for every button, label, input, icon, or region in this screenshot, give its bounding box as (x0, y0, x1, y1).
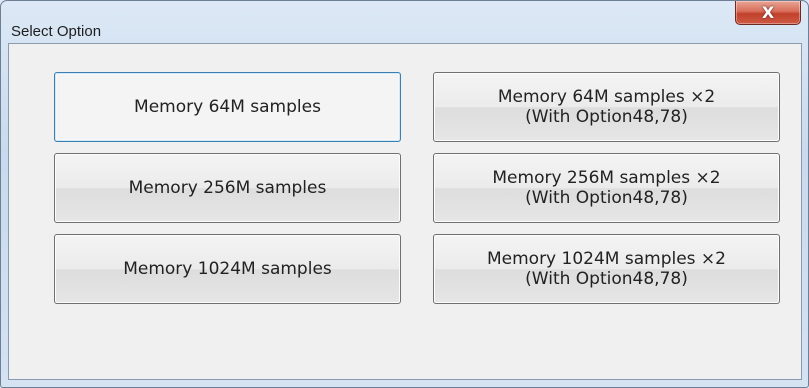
close-icon: X (761, 3, 775, 22)
memory-64m-button[interactable]: Memory 64M samples (54, 72, 401, 142)
button-label-line1: Memory 256M samples ×2 (492, 168, 721, 188)
select-option-dialog: Select Option X Memory 64M samples Memor… (0, 0, 809, 388)
window-title: Select Option (11, 23, 102, 40)
button-label-line2: (With Option48,78) (525, 269, 688, 289)
button-label: Memory 1024M samples (123, 259, 332, 279)
title-bar[interactable]: Select Option X (1, 1, 808, 43)
button-label: Memory 64M samples (134, 97, 321, 117)
button-label-line1: Memory 1024M samples ×2 (486, 249, 726, 269)
close-button[interactable]: X (735, 1, 801, 25)
button-label-line1: Memory 64M samples ×2 (497, 87, 716, 107)
button-label: Memory 256M samples (128, 178, 327, 198)
memory-1024m-button[interactable]: Memory 1024M samples (54, 234, 401, 304)
dialog-client-area: Memory 64M samples Memory 256M samples M… (8, 43, 802, 380)
memory-1024m-x2-button[interactable]: Memory 1024M samples ×2 (With Option48,7… (433, 234, 780, 304)
memory-256m-button[interactable]: Memory 256M samples (54, 153, 401, 223)
button-label-line2: (With Option48,78) (525, 107, 688, 127)
memory-64m-x2-button[interactable]: Memory 64M samples ×2 (With Option48,78) (433, 72, 780, 142)
memory-256m-x2-button[interactable]: Memory 256M samples ×2 (With Option48,78… (433, 153, 780, 223)
button-label-line2: (With Option48,78) (525, 188, 688, 208)
